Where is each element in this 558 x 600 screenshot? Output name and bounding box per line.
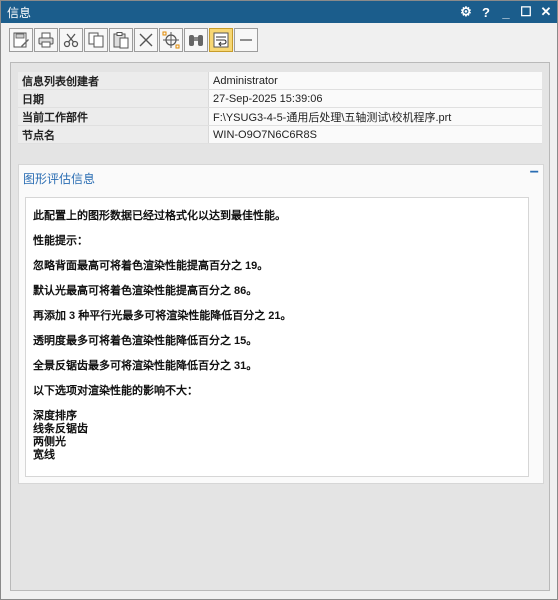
minor-item: 深度排序 — [33, 410, 77, 422]
meta-value: Administrator — [208, 72, 542, 90]
minimize-icon[interactable]: _ — [499, 3, 513, 21]
meta-value: F:\YSUG3-4-5-通用后处理\五轴测试\校机程序.prt — [208, 107, 542, 126]
paste-button[interactable] — [109, 28, 133, 52]
tips-header: 性能提示： — [33, 235, 88, 247]
save-button[interactable] — [9, 28, 33, 52]
minimize-text-button[interactable] — [234, 28, 258, 52]
tip-line: 透明度最多可将着色渲染性能降低百分之 15。 — [33, 335, 258, 347]
crosshair-icon — [162, 31, 180, 49]
target-button[interactable] — [159, 28, 183, 52]
paste-icon — [113, 32, 129, 49]
minor-item: 宽线 — [33, 449, 55, 461]
title-bar[interactable]: 信息 ⚙ ? _ ☐ ✕ — [1, 1, 557, 23]
close-icon[interactable]: ✕ — [539, 3, 553, 21]
minor-item: 线条反锯齿 — [33, 423, 88, 435]
meta-key: 信息列表创建者 — [18, 72, 209, 90]
intro-text: 此配置上的图形数据已经过格式化以达到最佳性能。 — [33, 210, 286, 222]
print-icon — [38, 32, 54, 48]
info-content[interactable]: 信息列表创建者 Administrator 日期 27-Sep-2025 15:… — [10, 62, 550, 591]
tip-line: 默认光最高可将着色渲染性能提高百分之 86。 — [33, 285, 258, 297]
minus-icon — [240, 39, 252, 41]
table-row: 当前工作部件 F:\YSUG3-4-5-通用后处理\五轴测试\校机程序.prt — [18, 107, 542, 126]
table-row: 信息列表创建者 Administrator — [18, 72, 542, 90]
cut-button[interactable] — [59, 28, 83, 52]
meta-key: 当前工作部件 — [18, 107, 209, 126]
wrap-button[interactable] — [209, 28, 233, 52]
window-controls: ⚙ ? _ ☐ ✕ — [459, 1, 553, 23]
info-header-table: 信息列表创建者 Administrator 日期 27-Sep-2025 15:… — [18, 72, 542, 144]
settings-gear-icon[interactable]: ⚙ — [459, 3, 473, 21]
maximize-icon[interactable]: ☐ — [519, 3, 533, 21]
info-window: 信息 ⚙ ? _ ☐ ✕ 信息列表创建者 Administrator 日期 27… — [0, 0, 558, 600]
toolbar — [9, 28, 258, 54]
tip-line: 忽略背面最高可将着色渲染性能提高百分之 19。 — [33, 260, 269, 272]
word-wrap-icon — [213, 32, 229, 48]
copy-icon — [88, 32, 104, 48]
print-button[interactable] — [34, 28, 58, 52]
find-button[interactable] — [184, 28, 208, 52]
tip-line: 再添加 3 种平行光最多可将渲染性能降低百分之 21。 — [33, 310, 292, 322]
meta-key: 节点名 — [18, 125, 209, 144]
meta-value: 27-Sep-2025 15:39:06 — [208, 89, 542, 108]
minor-header: 以下选项对渲染性能的影响不大： — [33, 385, 198, 397]
binoculars-icon — [189, 35, 203, 46]
meta-value: WIN-O9O7N6C6R8S — [208, 125, 542, 144]
delete-button[interactable] — [134, 28, 158, 52]
section-body[interactable]: 此配置上的图形数据已经过格式化以达到最佳性能。 性能提示： 忽略背面最高可将着色… — [25, 197, 529, 477]
collapse-icon[interactable]: − — [530, 164, 539, 182]
table-row: 日期 27-Sep-2025 15:39:06 — [18, 89, 542, 108]
help-icon[interactable]: ? — [479, 3, 493, 21]
delete-x-icon — [139, 33, 153, 47]
meta-key: 日期 — [18, 89, 209, 108]
save-edit-icon — [13, 32, 29, 48]
minor-item: 两侧光 — [33, 436, 66, 448]
graphics-eval-section: 图形评估信息 − 此配置上的图形数据已经过格式化以达到最佳性能。 性能提示： 忽… — [18, 164, 544, 484]
scissors-icon — [63, 33, 79, 48]
copy-button[interactable] — [84, 28, 108, 52]
tip-line: 全景反锯齿最多可将渲染性能降低百分之 31。 — [33, 360, 258, 372]
window-title: 信息 — [7, 6, 32, 20]
section-title: 图形评估信息 — [23, 172, 96, 186]
table-row: 节点名 WIN-O9O7N6C6R8S — [18, 125, 542, 144]
